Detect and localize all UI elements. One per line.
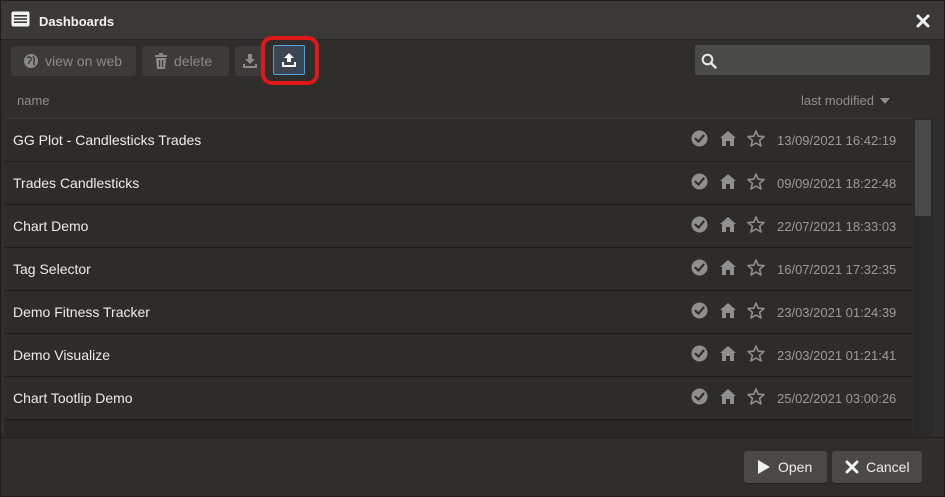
red-highlight-annotation: [261, 36, 319, 85]
row-icons: [691, 388, 771, 408]
row-icons: [691, 216, 771, 236]
row-icons: [691, 345, 771, 365]
published-check-icon[interactable]: [691, 173, 708, 195]
dashboards-dialog: Dashboards view on web delete name last …: [0, 0, 945, 497]
home-icon[interactable]: [719, 173, 737, 195]
star-icon[interactable]: [747, 130, 765, 152]
dashboard-name: Demo Visualize: [13, 347, 111, 363]
dashboard-name: Chart Tootlip Demo: [13, 390, 133, 406]
published-check-icon[interactable]: [691, 345, 708, 367]
list-item[interactable]: Chart Tootlip Demo 25/02/2021 03:00:26: [5, 377, 912, 420]
sort-descending-icon: [879, 98, 890, 104]
home-icon[interactable]: [719, 259, 737, 281]
row-icons: [691, 259, 771, 279]
star-icon[interactable]: [747, 388, 765, 410]
last-modified-date: 16/07/2021 17:32:35: [777, 262, 897, 277]
dashboards-list: GG Plot - Candlesticks Trades 13/09/2021 …: [5, 118, 912, 436]
last-modified-date: 23/03/2021 01:24:39: [777, 305, 897, 320]
delete-label: delete: [174, 53, 213, 69]
open-button[interactable]: Open: [744, 451, 827, 483]
title-bar: Dashboards: [1, 1, 944, 40]
list-item[interactable]: Chart Demo 22/07/2021 18:33:03: [5, 205, 912, 248]
cancel-label: Cancel: [866, 459, 910, 475]
dialog-title: Dashboards: [39, 14, 115, 29]
star-icon[interactable]: [747, 345, 765, 367]
view-on-web-button[interactable]: view on web: [11, 46, 136, 76]
last-modified-date: 25/02/2021 03:00:26: [777, 391, 897, 406]
dashboard-name: Chart Demo: [13, 218, 89, 234]
published-check-icon[interactable]: [691, 216, 708, 238]
search-input[interactable]: [695, 45, 930, 75]
star-icon[interactable]: [747, 216, 765, 238]
scrollbar-thumb[interactable]: [915, 120, 931, 216]
last-modified-label: last modified: [801, 93, 874, 108]
last-modified-date: 23/03/2021 01:21:41: [777, 348, 897, 363]
cancel-x-icon: [845, 460, 859, 474]
play-icon: [758, 460, 770, 474]
published-check-icon[interactable]: [691, 388, 708, 410]
close-icon[interactable]: [915, 13, 931, 29]
globe-icon: [24, 54, 38, 68]
list-item[interactable]: GG Plot - Candlesticks Trades 13/09/2021 …: [5, 119, 912, 162]
dashboards-list-icon: [11, 11, 30, 27]
home-icon[interactable]: [719, 388, 737, 410]
published-check-icon[interactable]: [691, 302, 708, 324]
list-item[interactable]: Trades Candlesticks 09/09/2021 18:22:48: [5, 162, 912, 205]
home-icon[interactable]: [719, 216, 737, 238]
home-icon[interactable]: [719, 302, 737, 324]
list-item[interactable]: Demo Visualize 23/03/2021 01:21:41: [5, 334, 912, 377]
star-icon[interactable]: [747, 173, 765, 195]
open-label: Open: [778, 459, 813, 475]
search-icon: [701, 53, 717, 69]
list-item[interactable]: Tag Selector 16/07/2021 17:32:35: [5, 248, 912, 291]
home-icon[interactable]: [719, 130, 737, 152]
view-on-web-label: view on web: [45, 53, 123, 69]
last-modified-date: 22/07/2021 18:33:03: [777, 219, 897, 234]
row-icons: [691, 173, 771, 193]
dashboard-name: Demo Fitness Tracker: [13, 304, 150, 320]
dashboard-name: Trades Candlesticks: [13, 175, 140, 191]
row-icons: [691, 302, 771, 322]
row-icons: [691, 130, 771, 150]
last-modified-date: 09/09/2021 18:22:48: [777, 176, 897, 191]
list-item[interactable]: Demo Fitness Tracker 23/03/2021 01:24:39: [5, 291, 912, 334]
home-icon[interactable]: [719, 345, 737, 367]
cancel-button[interactable]: Cancel: [832, 451, 922, 483]
delete-button[interactable]: delete: [142, 46, 229, 76]
star-icon[interactable]: [747, 259, 765, 281]
last-modified-date: 13/09/2021 16:42:19: [777, 133, 897, 148]
dialog-footer: Open Cancel: [1, 437, 944, 497]
dashboard-name: Tag Selector: [13, 261, 91, 277]
download-icon: [243, 54, 257, 68]
star-icon[interactable]: [747, 302, 765, 324]
dashboard-name: GG Plot - Candlesticks Trades: [13, 132, 202, 148]
trash-icon: [155, 53, 167, 69]
column-header-name[interactable]: name: [17, 93, 50, 108]
published-check-icon[interactable]: [691, 259, 708, 281]
column-header-last-modified[interactable]: last modified: [801, 93, 890, 108]
published-check-icon[interactable]: [691, 130, 708, 152]
